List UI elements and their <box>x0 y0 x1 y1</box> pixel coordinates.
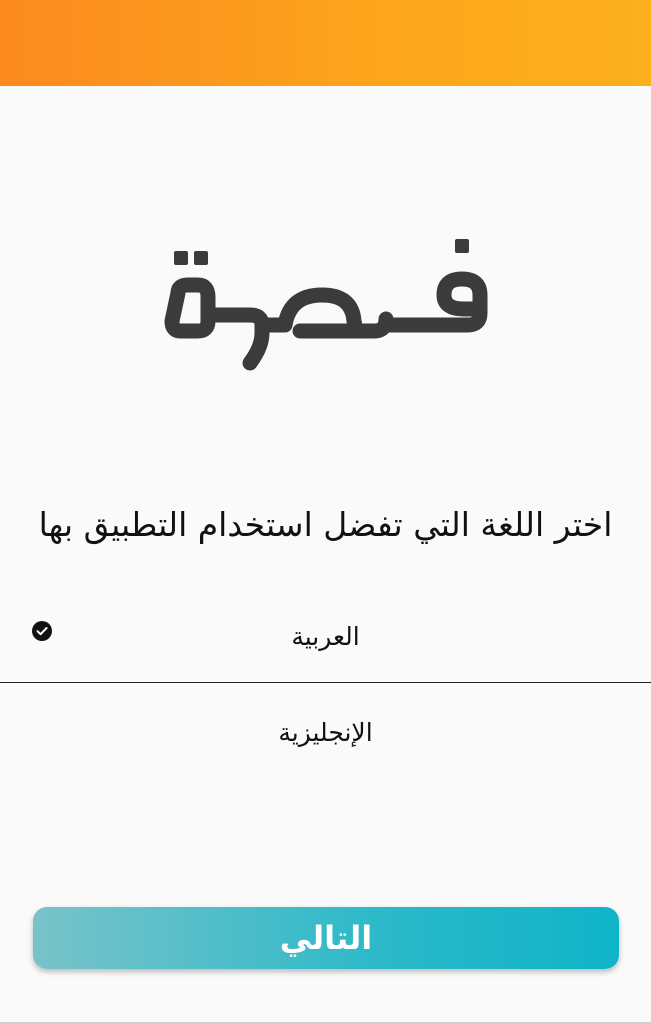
status-bar <box>0 0 651 86</box>
language-option-label: العربية <box>291 621 360 651</box>
language-option-arabic[interactable]: العربية <box>0 604 651 668</box>
language-option-english[interactable]: الإنجليزية <box>0 700 651 764</box>
next-button-label: التالي <box>279 919 373 957</box>
language-option-label: الإنجليزية <box>278 717 373 747</box>
language-prompt: اختر اللغة التي تفضل استخدام التطبيق بها <box>38 505 613 544</box>
check-circle-icon <box>32 621 52 641</box>
app-logo <box>150 225 500 385</box>
app-logo-graphic <box>164 239 488 371</box>
next-button[interactable]: التالي <box>33 907 619 969</box>
language-divider <box>0 682 651 683</box>
